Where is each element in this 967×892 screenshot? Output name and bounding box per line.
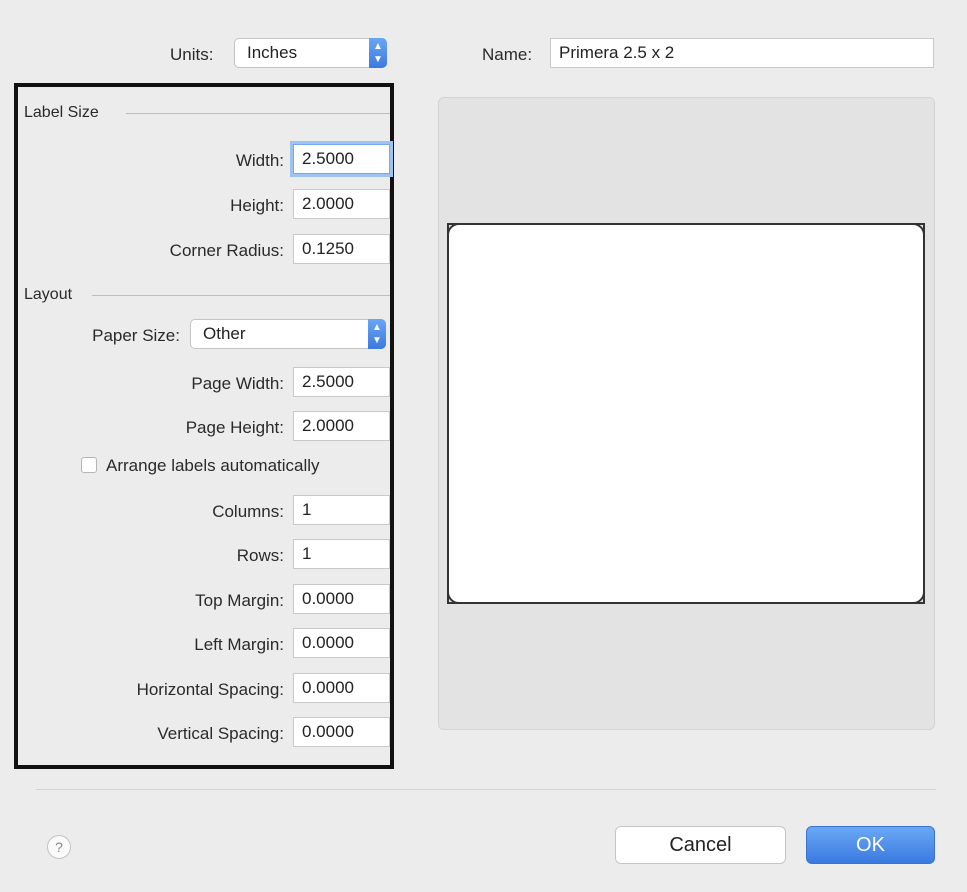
rows-field[interactable]: 1 [293,539,390,569]
ok-button[interactable]: OK [806,826,935,864]
width-field[interactable]: 2.5000 [293,144,390,174]
popup-arrows-icon: ▲ ▼ [368,319,386,349]
layout-section-title: Layout [24,286,73,303]
vertical-spacing-field[interactable]: 0.0000 [293,717,390,747]
paper-size-label: Paper Size: [92,326,180,345]
popup-arrows-icon: ▲ ▼ [369,38,387,68]
arrange-checkbox[interactable] [81,457,97,473]
label-size-section-title: Label Size [24,104,99,121]
bottom-divider [36,789,936,790]
columns-label: Columns: [212,502,284,521]
help-icon: ? [55,839,63,855]
layout-divider [92,295,390,296]
horizontal-spacing-label: Horizontal Spacing: [136,680,284,699]
units-value: Inches [247,43,298,62]
corner-radius-field[interactable]: 0.1250 [293,234,390,264]
left-margin-label: Left Margin: [194,635,284,654]
width-label: Width: [235,151,284,170]
page-height-label: Page Height: [185,418,284,437]
top-margin-field[interactable]: 0.0000 [293,584,390,614]
units-label: Units: [170,45,214,64]
page-width-label: Page Width: [191,374,284,393]
columns-field[interactable]: 1 [293,495,390,525]
corner-radius-label: Corner Radius: [169,241,284,260]
help-button[interactable]: ? [47,835,71,859]
page-width-field[interactable]: 2.5000 [293,367,390,397]
paper-size-popup[interactable]: Other ▲ ▼ [190,319,386,349]
top-margin-label: Top Margin: [195,591,284,610]
left-margin-field[interactable]: 0.0000 [293,628,390,658]
page-height-field[interactable]: 2.0000 [293,411,390,441]
label-size-divider [126,113,390,114]
arrange-label[interactable]: Arrange labels automatically [106,456,320,476]
units-popup[interactable]: Inches ▲ ▼ [234,38,387,68]
height-label: Height: [230,196,284,215]
rows-label: Rows: [236,546,284,565]
corner-radius-markers [447,223,925,604]
horizontal-spacing-field[interactable]: 0.0000 [293,673,390,703]
name-field[interactable]: Primera 2.5 x 2 [550,38,934,68]
vertical-spacing-label: Vertical Spacing: [157,724,284,743]
height-field[interactable]: 2.0000 [293,189,390,219]
name-label: Name: [482,45,533,64]
paper-size-value: Other [203,324,246,343]
cancel-button[interactable]: Cancel [615,826,786,864]
